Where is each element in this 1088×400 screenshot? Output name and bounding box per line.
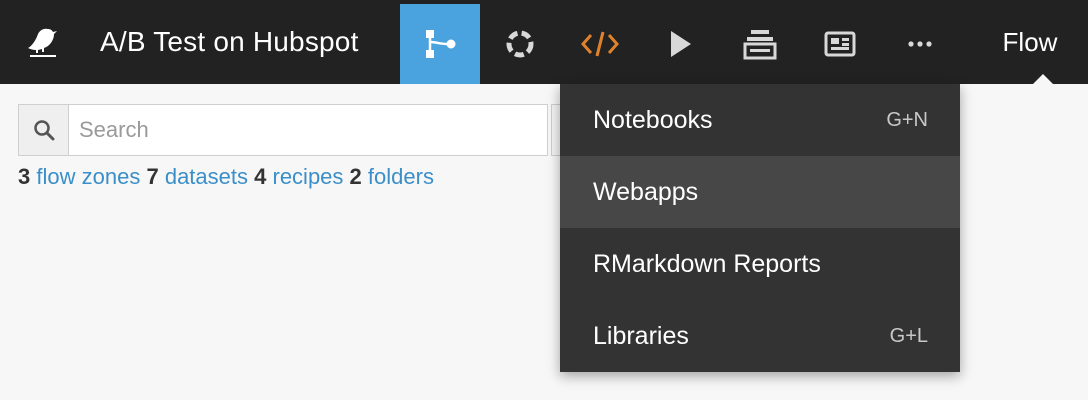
code-dropdown-menu: Notebooks G+N Webapps RMarkdown Reports … bbox=[560, 84, 960, 372]
lab-nav-button[interactable] bbox=[480, 4, 560, 84]
play-icon bbox=[671, 31, 691, 57]
menu-item-label: Libraries bbox=[593, 321, 689, 350]
folders-link[interactable]: folders bbox=[368, 164, 434, 189]
flow-zones-count: 3 bbox=[18, 164, 31, 189]
flow-summary: 3 flow zones 7 datasets 4 recipes 2 fold… bbox=[18, 164, 434, 190]
jobs-icon bbox=[743, 30, 777, 60]
dashboard-nav-button[interactable] bbox=[800, 4, 880, 84]
current-view-caret bbox=[1033, 74, 1053, 84]
more-icon bbox=[908, 41, 932, 47]
recipes-count: 4 bbox=[254, 164, 267, 189]
top-navbar: A/B Test on Hubspot Flow bbox=[0, 0, 1088, 84]
menu-item-shortcut: G+N bbox=[886, 108, 928, 131]
project-title[interactable]: A/B Test on Hubspot bbox=[100, 0, 359, 84]
flow-icon bbox=[426, 30, 456, 58]
search-icon bbox=[19, 105, 69, 155]
code-nav-button[interactable] bbox=[560, 4, 640, 84]
menu-item-notebooks[interactable]: Notebooks G+N bbox=[560, 84, 960, 156]
flow-zones-link[interactable]: flow zones bbox=[36, 164, 140, 189]
folders-count: 2 bbox=[349, 164, 362, 189]
app-logo-bird-icon[interactable] bbox=[18, 18, 66, 66]
recipes-link[interactable]: recipes bbox=[273, 164, 344, 189]
search-input[interactable] bbox=[69, 105, 547, 155]
menu-item-label: Webapps bbox=[593, 177, 699, 206]
menu-item-libraries[interactable]: Libraries G+L bbox=[560, 300, 960, 372]
flow-nav-button[interactable] bbox=[400, 4, 480, 84]
datasets-count: 7 bbox=[146, 164, 159, 189]
lab-icon bbox=[506, 30, 534, 58]
jobs-nav-button[interactable] bbox=[720, 4, 800, 84]
code-icon bbox=[580, 31, 620, 57]
menu-item-rmarkdown-reports[interactable]: RMarkdown Reports bbox=[560, 228, 960, 300]
datasets-link[interactable]: datasets bbox=[165, 164, 248, 189]
menu-item-label: RMarkdown Reports bbox=[593, 249, 821, 278]
dashboard-icon bbox=[824, 31, 856, 57]
menu-item-webapps[interactable]: Webapps bbox=[560, 156, 960, 228]
more-nav-button[interactable] bbox=[880, 4, 960, 84]
menu-item-shortcut: G+L bbox=[889, 324, 928, 347]
current-view-flow-label[interactable]: Flow bbox=[980, 0, 1080, 84]
menu-item-label: Notebooks bbox=[593, 105, 713, 134]
run-nav-button[interactable] bbox=[640, 4, 720, 84]
flow-search-box bbox=[18, 104, 548, 156]
